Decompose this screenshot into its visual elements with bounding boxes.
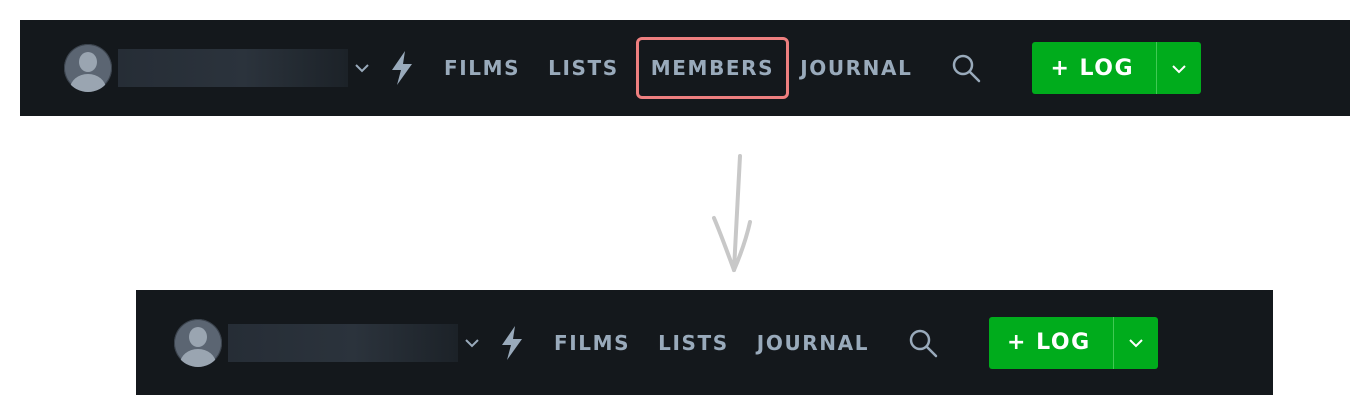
log-button-group: + LOG: [989, 316, 1158, 369]
log-menu-button[interactable]: [1156, 42, 1202, 94]
log-menu-button[interactable]: [1112, 316, 1158, 369]
chevron-down-icon: [1172, 59, 1186, 78]
avatar-head: [79, 52, 97, 72]
avatar[interactable]: [174, 318, 222, 367]
log-button[interactable]: + LOG: [989, 316, 1113, 369]
nav-link-films[interactable]: FILMS: [554, 333, 630, 353]
search-icon[interactable]: [905, 325, 941, 361]
search-icon[interactable]: [948, 50, 984, 86]
nav-link-films[interactable]: FILMS: [444, 58, 520, 78]
log-button[interactable]: + LOG: [1032, 42, 1157, 94]
avatar-body: [70, 74, 106, 92]
navbar-before: FILMS LISTS MEMBERS JOURNAL + LOG: [20, 20, 1350, 116]
chevron-down-icon[interactable]: [464, 335, 480, 351]
nav-link-journal[interactable]: JOURNAL: [800, 58, 912, 78]
nav-link-members[interactable]: MEMBERS: [635, 37, 790, 99]
nav-link-journal[interactable]: JOURNAL: [757, 333, 869, 353]
nav-link-lists[interactable]: LISTS: [548, 58, 619, 78]
lightning-bolt-icon[interactable]: [498, 325, 526, 361]
chevron-down-icon[interactable]: [354, 60, 370, 76]
comparison-stage: FILMS LISTS MEMBERS JOURNAL + LOG FILMS …: [0, 0, 1370, 415]
username-redacted[interactable]: [118, 49, 348, 87]
avatar[interactable]: [64, 44, 112, 92]
avatar-head: [189, 326, 207, 347]
chevron-down-icon: [1128, 333, 1143, 352]
lightning-bolt-icon[interactable]: [388, 50, 416, 86]
username-redacted[interactable]: [228, 323, 458, 362]
log-button-group: + LOG: [1032, 42, 1202, 94]
arrow-down-icon: [700, 152, 770, 278]
navbar-after: FILMS LISTS JOURNAL + LOG: [136, 290, 1273, 395]
nav-link-lists[interactable]: LISTS: [658, 333, 729, 353]
avatar-body: [180, 348, 216, 367]
